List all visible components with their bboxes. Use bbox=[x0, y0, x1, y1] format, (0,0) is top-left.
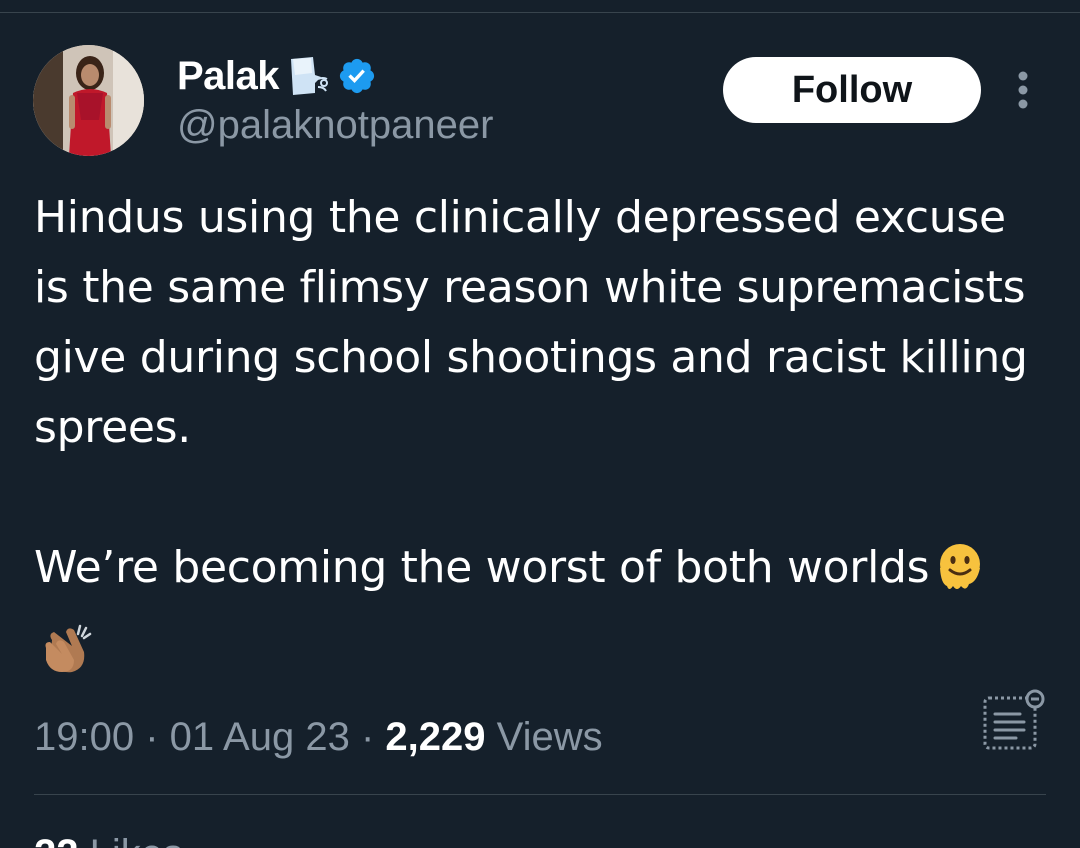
display-name[interactable]: Palak bbox=[177, 54, 280, 99]
tweet-date[interactable]: 01 Aug 23 bbox=[170, 715, 350, 760]
likes-stat[interactable]: 22 Likes bbox=[34, 834, 183, 848]
meta-separator-1: · bbox=[134, 714, 170, 759]
tweet-meta: 19:00 · 01 Aug 23 · 2,229 Views bbox=[34, 708, 603, 766]
more-options-icon[interactable] bbox=[1008, 68, 1038, 112]
views-count: 2,229 bbox=[385, 714, 486, 759]
author-handle[interactable]: @palaknotpaneer bbox=[177, 103, 493, 148]
author-name-row[interactable]: Palak bbox=[177, 50, 377, 102]
top-divider bbox=[0, 12, 1080, 13]
clapping-hands-icon bbox=[38, 620, 98, 697]
verified-badge-icon bbox=[337, 56, 377, 96]
tweet-text: Hindus using the clinically depressed ex… bbox=[34, 183, 1034, 697]
tweet-time[interactable]: 19:00 bbox=[34, 715, 134, 760]
bottom-divider bbox=[34, 794, 1046, 795]
tweet-paragraph-1: Hindus using the clinically depressed ex… bbox=[34, 192, 1028, 453]
melting-face-icon bbox=[933, 540, 987, 615]
follow-button[interactable]: Follow bbox=[723, 57, 981, 123]
meta-separator-2: · bbox=[349, 714, 386, 759]
analytics-icon[interactable] bbox=[980, 686, 1048, 754]
tweet-paragraph-2-text: We’re becoming the worst of both worlds bbox=[34, 542, 930, 593]
tweet-paragraph-2: We’re becoming the worst of both worlds bbox=[34, 533, 1034, 697]
views-label: Views bbox=[485, 714, 603, 759]
likes-count: 22 bbox=[34, 834, 79, 848]
avatar-photo bbox=[33, 45, 144, 156]
avatar[interactable] bbox=[33, 45, 144, 156]
likes-label: Likes bbox=[79, 834, 183, 848]
face-exhaling-icon bbox=[285, 53, 331, 99]
